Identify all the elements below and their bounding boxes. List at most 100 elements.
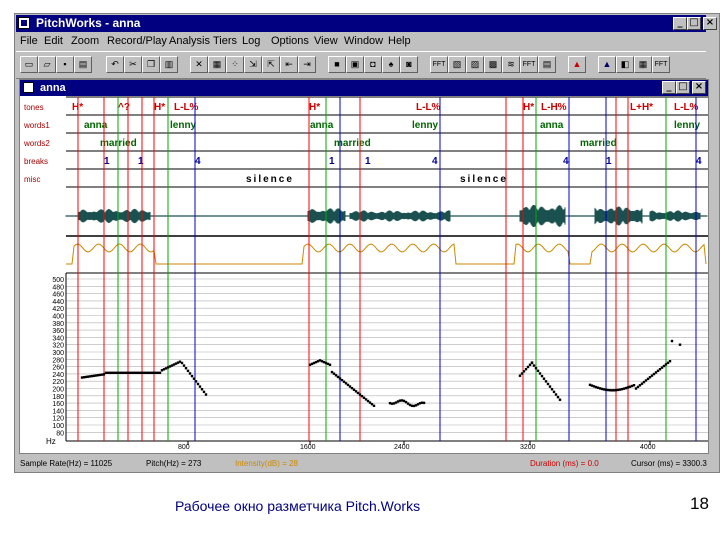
menu-file[interactable]: File [20,35,38,47]
grid-icon[interactable]: ▦ [208,56,226,73]
new-file-icon[interactable]: ▭ [20,56,38,73]
word2-label[interactable]: married [580,138,617,149]
zoom-right-icon[interactable]: ⇥ [298,56,316,73]
sample-rate-readout: Sample Rate(Hz) = 11025 [20,459,113,468]
window-title: PitchWorks - anna [36,16,141,30]
pitch-tick-label: 140 [52,408,64,415]
menu-help[interactable]: Help [388,35,411,47]
tone-label[interactable]: L+H* [630,102,653,113]
formant-icon[interactable]: ▩ [484,56,502,73]
document-minimize-button[interactable]: _ [662,81,676,94]
pitch-axis-unit: Hz [46,437,56,446]
minimize-button[interactable]: _ [673,17,687,30]
fft-button-3[interactable]: FFT [652,56,670,73]
break-label[interactable]: 1 [329,156,335,167]
tone-label[interactable]: H* [523,102,534,113]
fft-button-2[interactable]: FFT [520,56,538,73]
annotation-canvas[interactable]: tones words1 words2 breaks misc H* ^? H*… [20,96,708,453]
copy-icon[interactable]: ❐ [142,56,160,73]
pitch-tick-label: 200 [52,387,64,394]
speaker-icon[interactable]: ◙ [400,56,418,73]
word1-label[interactable]: lenny [412,120,439,131]
tone-label[interactable]: L-L% [674,102,699,113]
spectrum-icon[interactable]: ▧ [448,56,466,73]
toolbar: ▭ ▱ ▪ ▤ ↶ ✂ ❐ ▥ ✕ ▦ ⁘ ⇲ ⇱ ⇤ ⇥ ■ ▣ ◘ ♠ ◙ … [16,51,706,79]
menu-view[interactable]: View [314,35,338,47]
intensity-curve[interactable] [66,243,707,265]
save-icon[interactable]: ▪ [56,56,74,73]
print-icon[interactable]: ▤ [74,56,92,73]
menu-window[interactable]: Window [344,35,383,47]
pitch-track[interactable] [80,339,682,408]
paste-icon[interactable]: ▥ [160,56,178,73]
document-maximize-button[interactable]: □ [676,81,690,94]
maximize-button[interactable]: □ [687,17,701,30]
tier-label-tones: tones [24,103,44,112]
word1-label[interactable]: lenny [674,120,701,131]
word1-label[interactable]: lenny [170,120,197,131]
menu-tiers[interactable]: Tiers [213,35,237,47]
print-preview-icon[interactable]: ▦ [634,56,652,73]
break-label[interactable]: 4 [696,156,702,167]
stop-icon[interactable]: ■ [328,56,346,73]
waveform[interactable] [65,204,708,228]
cut-icon[interactable]: ✂ [124,56,142,73]
tone-label[interactable]: H* [154,102,165,113]
document-close-button[interactable]: × [692,81,706,94]
slide-caption: Рабочее окно разметчика Pitch.Works [175,498,421,514]
tone-label[interactable]: L-L% [416,102,441,113]
misc-label[interactable]: silence [460,174,508,185]
misc-label[interactable]: silence [246,174,294,185]
tone-label[interactable]: L-H% [541,102,567,113]
zoom-left-icon[interactable]: ⇤ [280,56,298,73]
break-label[interactable]: 4 [432,156,438,167]
page-number: 18 [690,494,709,513]
play-icon[interactable]: ▣ [346,56,364,73]
menu-edit[interactable]: Edit [44,35,63,47]
waveform-icon[interactable]: ≋ [502,56,520,73]
time-tick-label: 1600 [300,444,316,451]
pitch-tick-label: 500 [52,277,64,284]
pitch-tick-label: 260 [52,365,64,372]
tool-icon[interactable]: ♠ [382,56,400,73]
pitch-tick-label: 240 [52,372,64,379]
menu-options[interactable]: Options [271,35,309,47]
zoom-in-icon[interactable]: ⇲ [244,56,262,73]
word1-label[interactable]: anna [310,120,334,131]
status-bar: Sample Rate(Hz) = 11025 Pitch(Hz) = 273 … [16,457,707,472]
undo-icon[interactable]: ↶ [106,56,124,73]
tone-label[interactable]: H* [309,102,320,113]
fft-button-1[interactable]: FFT [430,56,448,73]
main-window: PitchWorks - anna _ □ × File Edit Zoom R… [14,13,720,473]
dots-icon[interactable]: ⁘ [226,56,244,73]
break-label[interactable]: 1 [365,156,371,167]
menu-record-play[interactable]: Record/Play [107,35,167,47]
label-icon[interactable]: ◧ [616,56,634,73]
document-title: anna [40,82,66,94]
up-arrow-icon[interactable]: ▲ [598,56,616,73]
app-icon[interactable] [18,17,30,29]
pitch-tick-label: 480 [52,284,64,291]
record-icon[interactable]: ◘ [364,56,382,73]
word1-label[interactable]: anna [540,120,564,131]
break-label[interactable]: 4 [563,156,569,167]
break-label[interactable]: 4 [195,156,201,167]
open-folder-icon[interactable]: ▱ [38,56,56,73]
menu-analysis[interactable]: Analysis [169,35,210,47]
pitch-tick-label: 320 [52,343,64,350]
zoom-out-icon[interactable]: ⇱ [262,56,280,73]
time-tick-label: 2400 [394,444,410,451]
document-icon[interactable] [23,82,34,93]
menu-log[interactable]: Log [242,35,260,47]
mark-icon[interactable]: ✕ [190,56,208,73]
energy-icon[interactable]: ▤ [538,56,556,73]
close-button[interactable]: × [703,17,717,30]
triangle-icon[interactable]: ▲ [568,56,586,73]
menu-zoom[interactable]: Zoom [71,35,99,47]
pitch-tick-label: 160 [52,401,64,408]
break-label[interactable]: 1 [104,156,110,167]
pitch-tick-label: 400 [52,314,64,321]
pitch-track-icon[interactable]: ▨ [466,56,484,73]
break-label[interactable]: 1 [606,156,612,167]
break-label[interactable]: 1 [138,156,144,167]
